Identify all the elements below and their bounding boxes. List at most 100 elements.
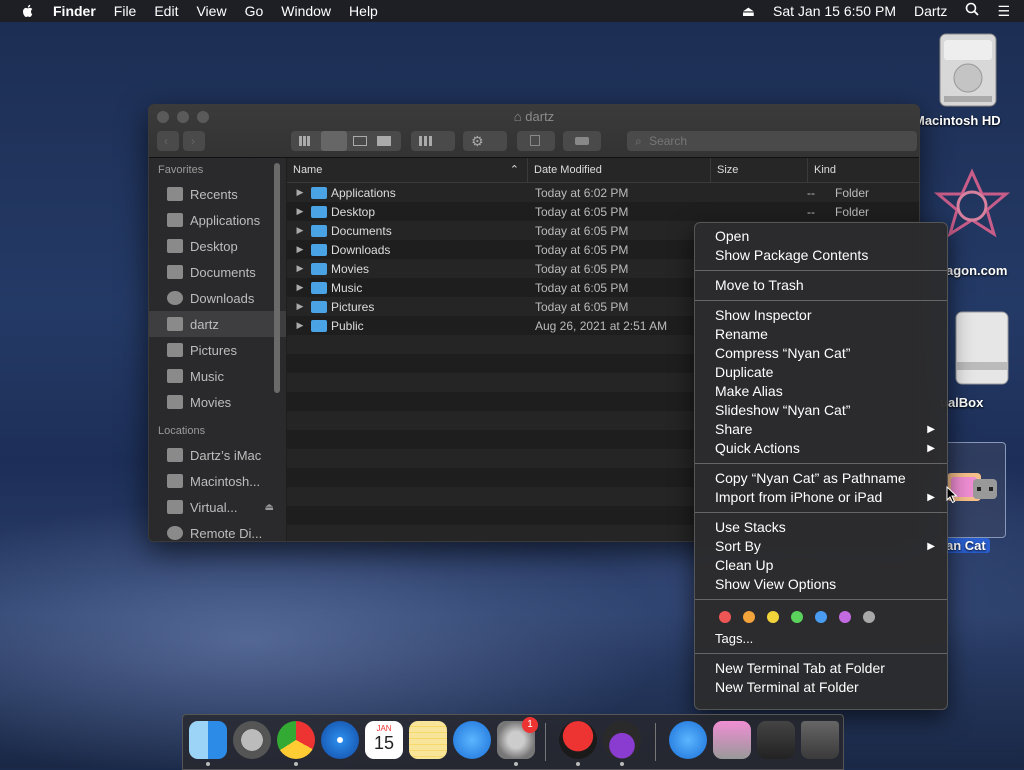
menu-item-new-terminal-tab[interactable]: New Terminal Tab at Folder (695, 659, 947, 678)
favorites-header: Favorites (158, 164, 204, 176)
menu-edit[interactable]: Edit (145, 0, 187, 22)
menu-item-duplicate[interactable]: Duplicate (695, 363, 947, 382)
dock-downloads-stack-icon[interactable] (757, 721, 795, 759)
column-header-size[interactable]: Size (711, 158, 808, 182)
menu-item-show-view-options[interactable]: Show View Options (695, 575, 947, 594)
back-button[interactable]: ‹ (157, 131, 179, 151)
menu-view[interactable]: View (187, 0, 235, 22)
tag-blue[interactable] (815, 611, 827, 623)
search-field[interactable]: ⌕ Search (627, 131, 917, 151)
menu-item-use-stacks[interactable]: Use Stacks (695, 518, 947, 537)
eject-icon[interactable]: ⏏ (733, 0, 764, 22)
share-button[interactable] (517, 131, 555, 151)
desktop-icon-macintosh-hd[interactable]: Macintosh HD (912, 30, 1024, 128)
disclosure-triangle-icon[interactable]: ▶ (293, 187, 307, 198)
table-row[interactable]: ▶ Applications Today at 6:02 PM -- Folder (287, 183, 919, 202)
menu-item-rename[interactable]: Rename (695, 325, 947, 344)
edit-tags-button[interactable] (563, 131, 601, 151)
dock-downloader-icon[interactable] (603, 721, 641, 759)
menu-item-quick-actions[interactable]: Quick Actions ▶ (695, 439, 947, 458)
tag-purple[interactable] (839, 611, 851, 623)
menubar-user[interactable]: Dartz (905, 0, 956, 22)
disclosure-triangle-icon[interactable]: ▶ (293, 301, 307, 312)
sidebar-scrollbar[interactable] (274, 163, 280, 393)
menu-item-share[interactable]: Share ▶ (695, 420, 947, 439)
sidebar-item-downloads[interactable]: Downloads (149, 285, 286, 311)
list-view-icon[interactable] (321, 131, 347, 151)
menu-item-show-inspector[interactable]: Show Inspector (695, 306, 947, 325)
sidebar-item-pictures[interactable]: Pictures (149, 337, 286, 363)
menu-file[interactable]: File (105, 0, 146, 22)
dock-nyan-cat-document-icon[interactable] (713, 721, 751, 759)
sidebar-item-imac[interactable]: Dartz’s iMac (149, 442, 286, 468)
sidebar-item-applications[interactable]: Applications (149, 207, 286, 233)
menu-item-compress[interactable]: Compress “Nyan Cat” (695, 344, 947, 363)
group-by-button[interactable] (411, 131, 455, 151)
menu-item-new-terminal[interactable]: New Terminal at Folder (695, 678, 947, 697)
notification-center-icon[interactable]: ☰ (988, 0, 1024, 22)
sidebar-item-macintosh-hd[interactable]: Macintosh... (149, 468, 286, 494)
menu-separator (695, 512, 947, 513)
dock-app-store-icon[interactable] (453, 721, 491, 759)
tag-gray[interactable] (863, 611, 875, 623)
dock-flash-icon[interactable] (559, 721, 597, 759)
dock-safari-icon[interactable] (321, 721, 359, 759)
tag-red[interactable] (719, 611, 731, 623)
menu-go[interactable]: Go (236, 0, 273, 22)
menu-item-copy-pathname[interactable]: Copy “Nyan Cat” as Pathname (695, 469, 947, 488)
running-indicator (620, 762, 624, 766)
dock-calendar-icon[interactable]: JAN 15 (365, 721, 403, 759)
column-header-date[interactable]: Date Modified (528, 158, 711, 182)
disclosure-triangle-icon[interactable]: ▶ (293, 263, 307, 274)
dock-trash-icon[interactable] (801, 721, 839, 759)
menubar-clock[interactable]: Sat Jan 15 6:50 PM (764, 0, 905, 22)
menu-help[interactable]: Help (340, 0, 387, 22)
gallery-view-icon[interactable] (377, 136, 391, 146)
menu-item-sort-by[interactable]: Sort By ▶ (695, 537, 947, 556)
spotlight-search-icon[interactable] (956, 0, 988, 22)
eject-icon[interactable]: ⏏ (265, 502, 274, 513)
menu-item-clean-up[interactable]: Clean Up (695, 556, 947, 575)
menu-item-move-to-trash[interactable]: Move to Trash (695, 276, 947, 295)
column-header-kind[interactable]: Kind (808, 158, 919, 182)
disclosure-triangle-icon[interactable]: ▶ (293, 244, 307, 255)
table-row[interactable]: ▶ Desktop Today at 6:05 PM -- Folder (287, 202, 919, 221)
dock-launchpad-icon[interactable] (233, 721, 271, 759)
tag-green[interactable] (791, 611, 803, 623)
sidebar-item-remote-disc[interactable]: Remote Di... (149, 520, 286, 541)
sidebar-item-music[interactable]: Music (149, 363, 286, 389)
desktop-icon-label: agon.com (946, 263, 1008, 278)
menu-item-slideshow[interactable]: Slideshow “Nyan Cat” (695, 401, 947, 420)
sidebar-item-movies[interactable]: Movies (149, 389, 286, 415)
tag-orange[interactable] (743, 611, 755, 623)
dock-app-store-folder-icon[interactable] (669, 721, 707, 759)
column-header-name[interactable]: Name ⌃ (287, 158, 528, 182)
action-button[interactable]: ⚙ (463, 131, 507, 151)
menu-item-show-package-contents[interactable]: Show Package Contents (695, 246, 947, 265)
menu-item-tags[interactable]: Tags... (695, 629, 947, 648)
menu-finder[interactable]: Finder (44, 0, 105, 22)
dock-notes-icon[interactable] (409, 721, 447, 759)
column-view-icon[interactable] (353, 136, 367, 146)
dock-finder-icon[interactable] (189, 721, 227, 759)
menu-window[interactable]: Window (272, 0, 340, 22)
menu-item-open[interactable]: Open (695, 227, 947, 246)
sidebar-item-desktop[interactable]: Desktop (149, 233, 286, 259)
sidebar-item-dartz[interactable]: dartz (149, 311, 286, 337)
sidebar-item-recents[interactable]: Recents (149, 181, 286, 207)
disclosure-triangle-icon[interactable]: ▶ (293, 282, 307, 293)
dock-chrome-icon[interactable] (277, 721, 315, 759)
tag-yellow[interactable] (767, 611, 779, 623)
menu-item-import-from-iphone[interactable]: Import from iPhone or iPad ▶ (695, 488, 947, 507)
forward-button[interactable]: › (183, 131, 205, 151)
apple-menu-icon[interactable] (20, 3, 36, 19)
disclosure-triangle-icon[interactable]: ▶ (293, 320, 307, 331)
icon-view-icon[interactable] (299, 136, 311, 146)
disclosure-triangle-icon[interactable]: ▶ (293, 225, 307, 236)
sidebar-item-documents[interactable]: Documents (149, 259, 286, 285)
desktop-icon-virtualbox[interactable]: ualBox (940, 308, 1024, 410)
menu-item-make-alias[interactable]: Make Alias (695, 382, 947, 401)
view-mode-segmented-control[interactable] (291, 131, 401, 151)
sidebar-item-virtualbox[interactable]: Virtual... ⏏ (149, 494, 286, 520)
disclosure-triangle-icon[interactable]: ▶ (293, 206, 307, 217)
